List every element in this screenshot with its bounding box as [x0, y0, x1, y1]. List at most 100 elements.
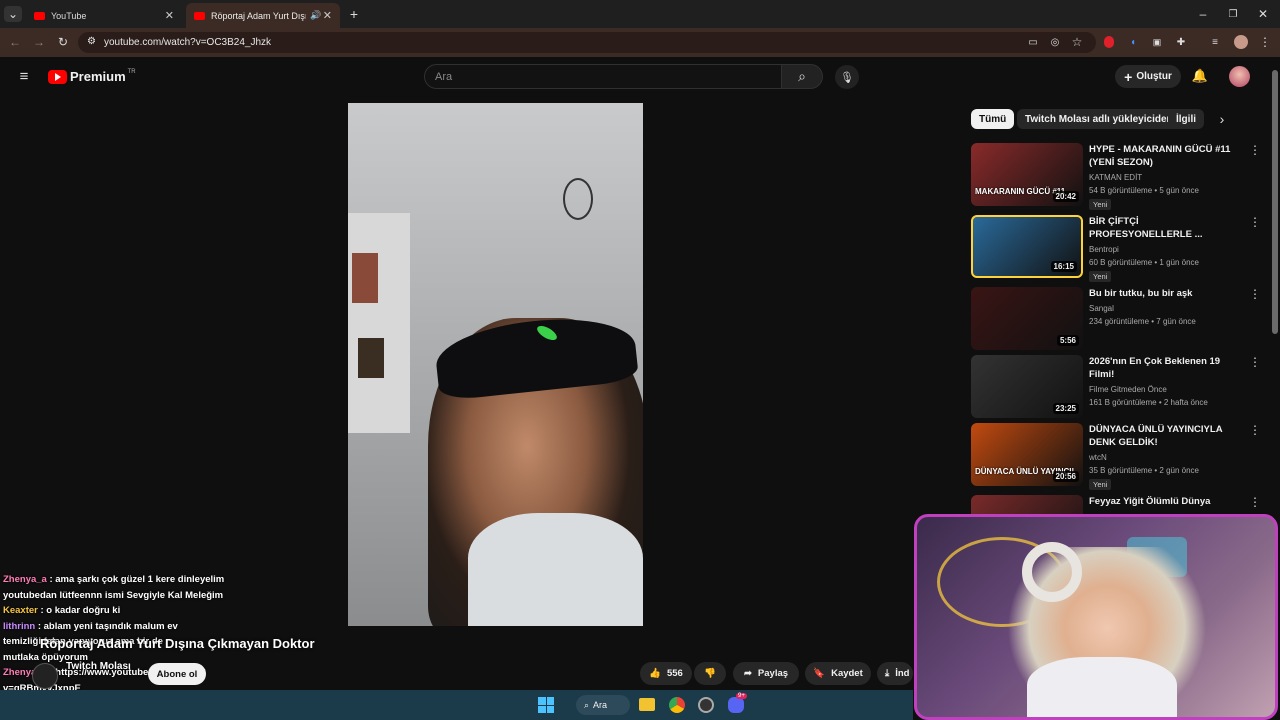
chip-uploader[interactable]: Twitch Molası adlı yükleyiciden [1017, 109, 1181, 129]
channel-name[interactable]: Sangal [1089, 304, 1114, 313]
reading-list-icon[interactable]: ≡ [1208, 35, 1222, 49]
search-input[interactable]: Ara [424, 64, 782, 89]
video-thumbnail[interactable]: DÜNYACA ÜNLÜ YAYINCI! 20:56 [971, 423, 1083, 486]
account-avatar[interactable] [1229, 66, 1250, 87]
discord-icon[interactable] [728, 697, 744, 713]
forward-icon[interactable]: → [32, 34, 46, 50]
close-tab-icon[interactable]: ✕ [323, 9, 332, 22]
video-player[interactable] [348, 103, 643, 626]
minimize-icon[interactable]: – [1196, 6, 1210, 22]
search-button[interactable]: ⌕ [781, 64, 823, 89]
more-options-icon[interactable]: ⋮ [1249, 355, 1261, 369]
video-title[interactable]: Feyyaz Yiğit Ölümlü Dünya [1089, 495, 1241, 508]
chat-username[interactable]: Zhenya_a [3, 574, 47, 585]
share-icon: ➦ [743, 668, 752, 679]
chat-username[interactable]: lithrinn [3, 621, 35, 632]
extension-red-icon[interactable] [1104, 36, 1114, 48]
windows-start-icon[interactable] [538, 697, 554, 713]
channel-name[interactable]: Bentropi [1089, 245, 1119, 254]
browser-menu-icon[interactable]: ⋮ [1259, 35, 1271, 49]
channel-name[interactable]: Filme Gitmeden Önce [1089, 385, 1167, 394]
close-window-icon[interactable]: ✕ [1256, 6, 1270, 22]
eye-off-icon[interactable]: ◎ [1048, 35, 1062, 49]
new-tab-icon[interactable]: + [346, 6, 362, 22]
channel-name[interactable]: Twitch Molası [66, 661, 131, 672]
tab-list-icon[interactable]: ⌄ [4, 6, 22, 22]
shirt [468, 513, 643, 626]
video-thumbnail[interactable]: 23:25 [971, 355, 1083, 418]
url-bar[interactable]: ⚙ youtube.com/watch?v=OC3B24_Jhzk [78, 32, 1096, 53]
video-title[interactable]: Bu bir tutku, bu bir aşk [1089, 287, 1241, 300]
extensions-icon[interactable]: ✚ [1174, 35, 1188, 49]
video-title[interactable]: BİR ÇİFTÇİ PROFESYONELLERLE ... [1089, 215, 1241, 241]
close-tab-icon[interactable]: ✕ [165, 9, 174, 22]
page-scrollbar[interactable] [1272, 70, 1278, 334]
site-info-icon[interactable]: ⚙ [87, 36, 96, 47]
tab-label: YouTube [51, 10, 87, 21]
reload-icon[interactable]: ↻ [56, 34, 70, 50]
video-title[interactable]: 2026'nın En Çok Beklenen 19 Filmi! [1089, 355, 1241, 381]
more-options-icon[interactable]: ⋮ [1249, 143, 1261, 157]
taskbar-search[interactable]: ⌕ Ara [576, 695, 630, 715]
more-options-icon[interactable]: ⋮ [1249, 287, 1261, 301]
frame [358, 338, 384, 378]
chat-text: : o kadar doğru ki [40, 605, 121, 616]
plus-icon: + [1124, 68, 1133, 85]
recommendation-card[interactable]: 23:25 2026'nın En Çok Beklenen 19 Filmi! F… [971, 355, 1261, 421]
recommendation-card[interactable]: MAKARANIN GÜCÜ #11 20:42 HYPE - MAKARANIN … [971, 143, 1261, 210]
search-icon: ⌕ [798, 68, 806, 84]
recommendation-card[interactable]: DÜNYACA ÜNLÜ YAYINCI! 20:56 DÜNYACA ÜNLÜ Y… [971, 423, 1261, 490]
video-thumbnail[interactable]: 16:15 [971, 215, 1083, 278]
channel-name[interactable]: wtcN [1089, 453, 1107, 462]
speaker-icon[interactable]: 🔊 [310, 10, 321, 21]
chip-all[interactable]: Tümü [971, 109, 1015, 129]
obs-icon[interactable] [698, 697, 714, 713]
youtube-logo-icon [48, 69, 67, 84]
extension-audio-icon[interactable]: ◖ [1126, 35, 1140, 49]
file-explorer-icon[interactable] [639, 698, 655, 711]
tab-video[interactable]: Röportaj Adam Yurt Dışına 🔊 ✕ [186, 3, 340, 28]
wall-clock [563, 178, 593, 220]
profile-avatar[interactable] [1234, 35, 1248, 49]
voice-search-icon[interactable]: 🎙 [835, 65, 859, 89]
chat-message: Keaxter : o kadar doğru ki [3, 603, 303, 619]
chat-text: : ama şarkı çok güzel 1 kere dinleyelim [49, 574, 225, 585]
tab-youtube[interactable]: YouTube ✕ [26, 3, 182, 28]
chat-username[interactable]: Keaxter [3, 605, 38, 616]
youtube-premium-logo[interactable]: Premium TR [48, 69, 136, 84]
chrome-icon[interactable] [669, 697, 685, 713]
like-button[interactable]: 👍 556 [640, 662, 692, 685]
chevron-right-icon[interactable]: › [1214, 111, 1230, 127]
video-title[interactable]: HYPE - MAKARANIN GÜCÜ #11 (YENİ SEZON) [1089, 143, 1241, 169]
hamburger-menu-icon[interactable]: ≡ [16, 68, 32, 85]
share-button[interactable]: ➦ Paylaş [733, 662, 799, 685]
video-meta: 35 B görüntüleme • 2 gün önce [1089, 466, 1199, 475]
url-text: youtube.com/watch?v=OC3B24_Jhzk [104, 37, 272, 48]
search-icon: ⌕ [584, 699, 590, 710]
create-button[interactable]: + Oluştur [1115, 65, 1181, 88]
more-options-icon[interactable]: ⋮ [1249, 215, 1261, 229]
channel-avatar[interactable] [32, 663, 58, 689]
video-thumbnail[interactable]: 5:56 [971, 287, 1083, 350]
video-meta: 54 B görüntüleme • 5 gün önce [1089, 186, 1199, 195]
subscribe-button[interactable]: Abone ol [148, 663, 206, 685]
save-button[interactable]: 🔖 Kaydet [805, 662, 871, 685]
bookmark-star-icon[interactable]: ☆ [1070, 35, 1084, 49]
video-thumbnail[interactable]: MAKARANIN GÜCÜ #11 20:42 [971, 143, 1083, 206]
notifications-bell-icon[interactable]: 🔔 [1192, 68, 1208, 84]
cast-icon[interactable]: ▭ [1026, 35, 1040, 49]
extension-mask-icon[interactable]: ▣ [1150, 35, 1164, 49]
recommendation-card[interactable]: 16:15 BİR ÇİFTÇİ PROFESYONELLERLE ... Bent… [971, 215, 1261, 282]
restore-icon[interactable]: ❐ [1226, 6, 1240, 22]
more-options-icon[interactable]: ⋮ [1249, 495, 1261, 509]
chip-related[interactable]: İlgili [1168, 109, 1204, 129]
dislike-button[interactable]: 👎 [694, 662, 726, 685]
more-options-icon[interactable]: ⋮ [1249, 423, 1261, 437]
download-button[interactable]: ⤓ İnd [877, 662, 913, 685]
like-count: 556 [666, 668, 683, 679]
channel-name[interactable]: KATMAN EDİT [1089, 173, 1142, 182]
back-icon[interactable]: ← [8, 34, 22, 50]
video-title[interactable]: DÜNYACA ÜNLÜ YAYINCIYLA DENK GELDİK! [1089, 423, 1241, 449]
video-meta: 161 B görüntüleme • 2 hafta önce [1089, 398, 1208, 407]
recommendation-card[interactable]: 5:56 Bu bir tutku, bu bir aşk Sangal 234 gö… [971, 287, 1261, 353]
